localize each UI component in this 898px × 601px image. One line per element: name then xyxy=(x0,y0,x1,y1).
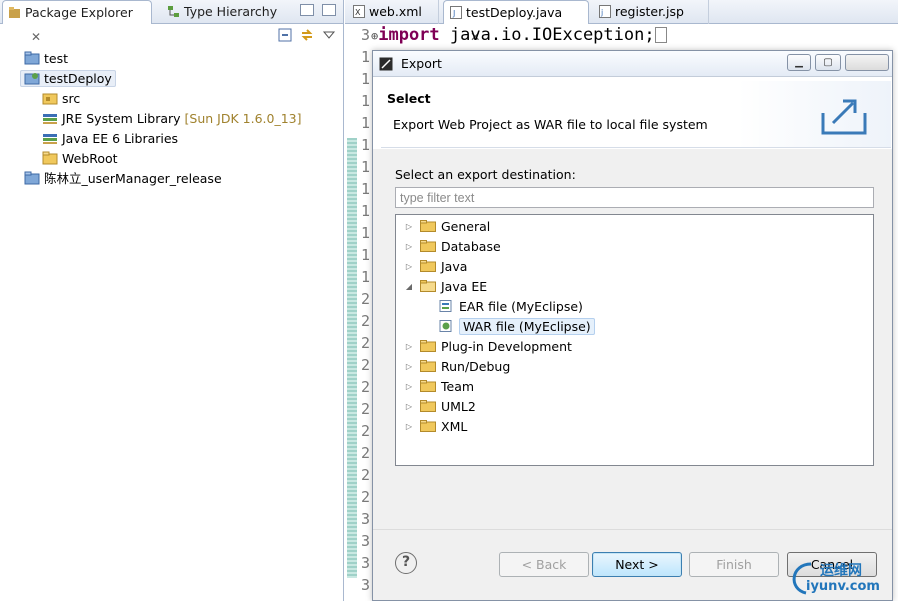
tree-item-src[interactable]: src xyxy=(42,90,80,108)
ear-file-icon xyxy=(439,300,452,312)
tree-item-webroot[interactable]: WebRoot xyxy=(42,150,118,168)
library-icon xyxy=(43,134,57,144)
left-tab-bar: Package Explorer ✕ Type Hierarchy xyxy=(0,0,343,44)
expand-arrow-icon[interactable]: ▷ xyxy=(404,417,414,437)
project-folder-icon xyxy=(24,51,40,65)
finish-button[interactable]: Finish xyxy=(689,552,779,577)
code-line-import[interactable]: ⊕import java.io.IOException; xyxy=(371,25,667,45)
collapse-all-icon[interactable] xyxy=(278,28,292,42)
banner-title: Select xyxy=(387,91,431,106)
source-folder-icon xyxy=(42,93,58,105)
tab-label: Type Hierarchy xyxy=(184,4,278,19)
wizard-body: Select an export destination: ▷General ▷… xyxy=(373,149,892,529)
java-file-icon: J xyxy=(450,6,462,19)
tree-node-ear-file[interactable]: EAR file (MyEclipse) xyxy=(438,297,583,317)
filter-input[interactable] xyxy=(395,187,874,208)
svg-text:j: j xyxy=(600,8,603,17)
tree-node-java-ee[interactable]: ◢ Java EE xyxy=(404,277,487,297)
expand-arrow-icon[interactable]: ▷ xyxy=(404,397,414,417)
editor-gutter xyxy=(345,25,359,601)
tab-testdeploy-java[interactable]: J testDeploy.java ✕ xyxy=(443,0,589,44)
jsp-file-icon: j xyxy=(599,5,611,18)
tree-node-general[interactable]: ▷ General xyxy=(404,217,490,237)
dialog-title: Export xyxy=(401,56,442,71)
svg-text:J: J xyxy=(452,9,455,18)
tab-web-xml[interactable]: X web.xml xyxy=(347,0,439,24)
xml-file-icon: X xyxy=(353,5,365,18)
next-button[interactable]: Next > xyxy=(592,552,682,577)
dialog-minimize-button[interactable]: ▁ xyxy=(787,54,811,71)
tree-node-team[interactable]: ▷ Team xyxy=(404,377,474,397)
folder-icon xyxy=(420,420,436,432)
minimize-button[interactable] xyxy=(300,4,314,16)
tree-item-javaee-libraries[interactable]: Java EE 6 Libraries xyxy=(42,130,178,148)
package-explorer-icon xyxy=(9,7,20,18)
wizard-banner: Select Export Web Project as WAR file to… xyxy=(381,81,891,148)
export-dialog: Export ▁ ▢ Select Export Web Project as … xyxy=(372,50,893,601)
tab-register-jsp[interactable]: j register.jsp xyxy=(593,0,709,24)
export-wizard-icon xyxy=(821,99,867,135)
export-destination-tree[interactable]: ▷ General ▷ Database ▷ Java ◢ Java EE EAR fi… xyxy=(395,214,874,466)
tree-item-test[interactable]: test xyxy=(24,50,68,68)
folder-icon xyxy=(420,260,436,272)
expand-arrow-icon[interactable]: ▷ xyxy=(404,357,414,377)
tree-node-plugin-development[interactable]: ▷ Plug-in Development xyxy=(404,337,572,357)
tree-node-database[interactable]: ▷ Database xyxy=(404,237,501,257)
back-button[interactable]: < Back xyxy=(499,552,589,577)
expand-arrow-icon[interactable]: ▷ xyxy=(404,237,414,257)
watermark-logo: 运维网 iyunv.com xyxy=(786,557,896,599)
package-explorer-panel: Package Explorer ✕ Type Hierarchy test t… xyxy=(0,0,344,601)
folder-icon xyxy=(420,340,436,352)
expand-arrow-icon[interactable]: ▷ xyxy=(404,217,414,237)
tab-label: Package Explorer xyxy=(25,5,133,20)
collapse-arrow-icon[interactable]: ◢ xyxy=(404,277,414,297)
hierarchy-icon xyxy=(168,6,179,17)
folder-icon xyxy=(420,240,436,252)
banner-description: Export Web Project as WAR file to local … xyxy=(393,117,708,132)
editor-tab-bar: X web.xml J testDeploy.java ✕ j register… xyxy=(345,0,898,44)
tree-item-testdeploy[interactable]: testDeploy xyxy=(20,70,116,88)
dialog-maximize-button[interactable]: ▢ xyxy=(815,54,841,71)
expand-arrow-icon[interactable]: ▷ xyxy=(404,257,414,277)
expand-arrow-icon[interactable]: ▷ xyxy=(404,337,414,357)
tree-item-usermanager[interactable]: 陈林立_userManager_release xyxy=(24,170,222,188)
war-file-icon xyxy=(439,320,452,332)
eclipse-export-icon xyxy=(379,57,393,71)
tab-package-explorer[interactable]: Package Explorer ✕ xyxy=(2,0,152,44)
dialog-close-button[interactable] xyxy=(845,54,889,71)
folder-icon xyxy=(420,220,436,232)
svg-text:X: X xyxy=(355,8,361,17)
dialog-titlebar: Export ▁ ▢ xyxy=(373,51,892,77)
tree-node-run-debug[interactable]: ▷ Run/Debug xyxy=(404,357,510,377)
maximize-button[interactable] xyxy=(322,4,336,16)
view-menu-icon[interactable] xyxy=(322,28,336,42)
project-folder-icon xyxy=(24,171,40,185)
change-bar xyxy=(347,138,357,578)
expand-arrow-icon[interactable]: ▷ xyxy=(404,377,414,397)
open-folder-icon xyxy=(420,280,436,292)
text-cursor xyxy=(654,27,667,43)
explorer-toolbar xyxy=(0,24,343,46)
help-icon[interactable]: ? xyxy=(395,552,417,574)
library-icon xyxy=(43,114,57,124)
folder-icon xyxy=(420,380,436,392)
tree-node-xml[interactable]: ▷ XML xyxy=(404,417,467,437)
tab-type-hierarchy[interactable]: Type Hierarchy xyxy=(162,0,278,24)
tree-node-java[interactable]: ▷ Java xyxy=(404,257,467,277)
link-with-editor-icon[interactable] xyxy=(300,28,314,42)
folder-icon xyxy=(42,151,58,165)
web-project-icon xyxy=(24,73,40,85)
folder-icon xyxy=(420,360,436,372)
tree-item-jre-library[interactable]: JRE System Library [Sun JDK 1.6.0_13] xyxy=(42,110,301,128)
destination-label: Select an export destination: xyxy=(395,167,576,182)
tree-node-war-file[interactable]: WAR file (MyEclipse) xyxy=(438,317,595,337)
folder-icon xyxy=(420,400,436,412)
tree-node-uml2[interactable]: ▷ UML2 xyxy=(404,397,476,417)
